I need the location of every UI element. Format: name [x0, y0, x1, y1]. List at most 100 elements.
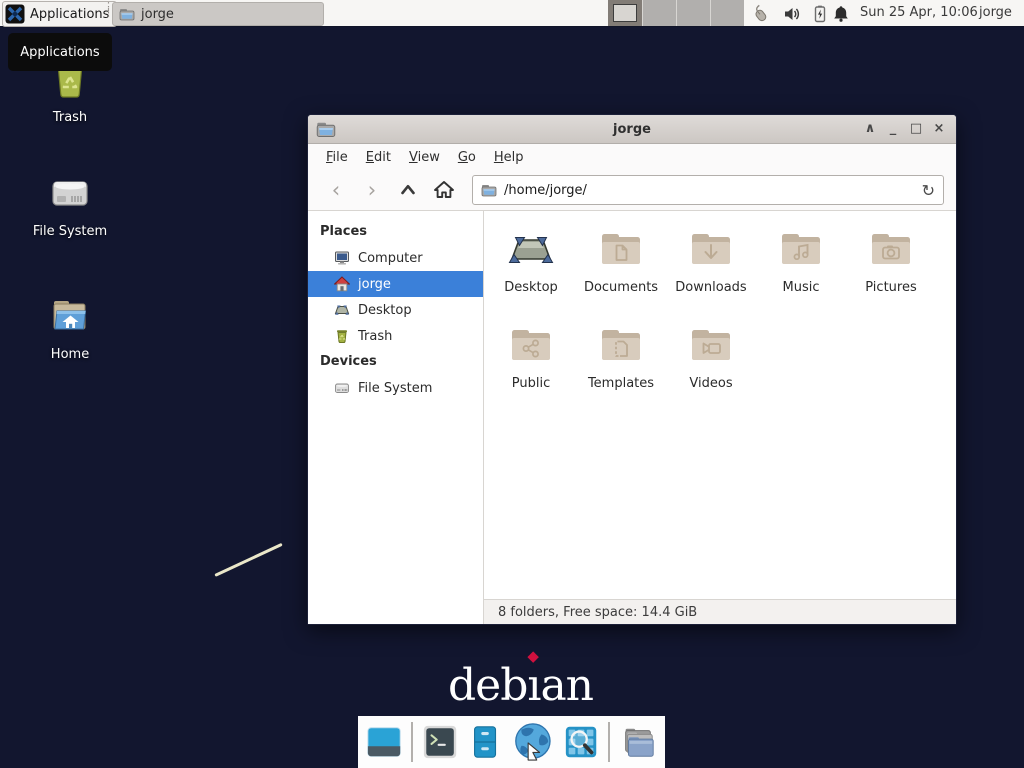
menu-go[interactable]: Go	[449, 146, 485, 169]
top-panel: Applications ⋮⋮ jorge Su	[0, 0, 1024, 27]
input-device-tray-icon[interactable]	[751, 4, 771, 24]
sidebar-item-trash[interactable]: Trash	[308, 323, 483, 349]
applications-menu-label: Applications	[30, 7, 109, 22]
pathbar-folder-icon	[481, 182, 497, 198]
toolbar: ‹ › ↻	[308, 170, 956, 211]
dock-panel	[358, 716, 665, 768]
pictures-folder-icon	[867, 225, 915, 273]
hard-drive-icon	[46, 169, 94, 217]
folder-item-downloads[interactable]: Downloads	[666, 225, 756, 321]
folder-item-music[interactable]: Music	[756, 225, 846, 321]
notifications-bell-tray-icon[interactable]	[831, 4, 851, 24]
sidebar-item-jorge[interactable]: jorge	[308, 271, 483, 297]
desktop-icon-label: Trash	[53, 110, 87, 125]
downloads-folder-icon	[687, 225, 735, 273]
home-icon	[433, 179, 455, 201]
menu-help[interactable]: Help	[485, 146, 533, 169]
menu-file[interactable]: File	[317, 146, 357, 169]
back-button[interactable]: ‹	[320, 175, 352, 205]
debian-logo-text: an	[540, 660, 593, 711]
public-folder-icon	[507, 321, 555, 369]
folder-item-videos[interactable]: Videos	[666, 321, 756, 417]
close-button[interactable]: ×	[932, 122, 946, 136]
sidebar-item-file-system[interactable]: File System	[308, 375, 483, 401]
show-desktop-icon[interactable]	[366, 723, 402, 761]
workspace-2[interactable]	[642, 0, 676, 26]
desktop-icon-file-system[interactable]: File System	[22, 169, 118, 239]
window-titlebar[interactable]: jorge ∧ _ □ ×	[308, 115, 956, 144]
sidebar-places-header: Places	[308, 219, 483, 245]
workspace-4[interactable]	[710, 0, 744, 26]
location-bar: ↻	[472, 175, 944, 205]
dock-separator	[608, 722, 610, 762]
folder-label: Pictures	[865, 280, 916, 295]
workspace-switcher	[608, 0, 744, 26]
app-finder-icon[interactable]	[563, 723, 599, 761]
computer-icon	[334, 250, 350, 266]
debian-logo-i: ◆ı	[527, 660, 540, 711]
menu-view[interactable]: View	[400, 146, 449, 169]
templates-folder-icon	[597, 321, 645, 369]
up-button[interactable]	[392, 175, 424, 205]
folder-item-pictures[interactable]: Pictures	[846, 225, 936, 321]
trash-mini-icon	[334, 328, 350, 344]
web-browser-globe-icon[interactable]	[512, 720, 554, 764]
debian-logo: deb◆ıan	[448, 660, 593, 711]
shade-button[interactable]: ∧	[863, 122, 877, 136]
panel-clock[interactable]: Sun 25 Apr, 10:06	[860, 5, 978, 20]
videos-folder-icon	[687, 321, 735, 369]
volume-tray-icon[interactable]	[782, 4, 802, 24]
statusbar-text: 8 folders, Free space: 14.4 GiB	[498, 605, 697, 620]
panel-username: jorge	[979, 5, 1012, 20]
debian-logo-text: deb	[448, 660, 527, 711]
folder-label: Public	[512, 376, 550, 391]
workspace-window-preview	[613, 4, 637, 22]
file-manager-folders-icon[interactable]	[619, 722, 657, 762]
folder-label: Videos	[689, 376, 732, 391]
home-button[interactable]	[428, 175, 460, 205]
desktop-icon-home[interactable]: Home	[22, 292, 118, 362]
sidebar-devices-header: Devices	[308, 349, 483, 375]
dock-separator	[411, 722, 413, 762]
window-title: jorge	[308, 122, 956, 137]
xfce-applications-icon	[5, 4, 25, 24]
applications-tooltip: Applications	[8, 33, 112, 71]
desktop-special-icon	[507, 225, 555, 273]
menu-edit[interactable]: Edit	[357, 146, 400, 169]
applications-menu-button[interactable]: Applications	[2, 1, 117, 27]
maximize-button[interactable]: □	[909, 122, 923, 136]
applications-tooltip-text: Applications	[20, 45, 99, 60]
forward-button[interactable]: ›	[356, 175, 388, 205]
file-cabinet-icon[interactable]	[467, 723, 503, 761]
sidebar-item-label: File System	[358, 381, 432, 396]
workspace-1[interactable]	[608, 0, 642, 26]
folder-label: Desktop	[504, 280, 558, 295]
home-folder-icon	[46, 292, 94, 340]
folder-item-documents[interactable]: Documents	[576, 225, 666, 321]
up-arrow-icon	[399, 181, 417, 199]
taskbar-window-button[interactable]: jorge	[112, 2, 324, 26]
folder-label: Templates	[588, 376, 654, 391]
window-folder-icon	[316, 119, 336, 139]
workspace-3[interactable]	[676, 0, 710, 26]
battery-tray-icon[interactable]	[810, 4, 830, 24]
folder-label: Downloads	[675, 280, 746, 295]
sidebar-item-computer[interactable]: Computer	[308, 245, 483, 271]
sidebar-item-desktop[interactable]: Desktop	[308, 297, 483, 323]
minimize-button[interactable]: _	[886, 122, 900, 136]
sidebar-item-label: Computer	[358, 251, 423, 266]
terminal-icon[interactable]	[422, 723, 458, 761]
user-home-icon	[334, 276, 350, 292]
desktop-mini-icon	[334, 302, 350, 318]
folder-window-icon	[119, 6, 135, 22]
folder-item-templates[interactable]: Templates	[576, 321, 666, 417]
sidebar: Places Computer jorge	[308, 211, 484, 624]
folder-item-public[interactable]: Public	[486, 321, 576, 417]
reload-button[interactable]: ↻	[922, 181, 935, 200]
file-manager-window: jorge ∧ _ □ × File Edit View Go Help ‹ ›	[307, 114, 957, 625]
desktop-icon-label: Home	[51, 347, 89, 362]
sidebar-item-label: Desktop	[358, 303, 412, 318]
path-input[interactable]	[504, 183, 915, 198]
menubar: File Edit View Go Help	[308, 144, 956, 170]
folder-item-desktop[interactable]: Desktop	[486, 225, 576, 321]
